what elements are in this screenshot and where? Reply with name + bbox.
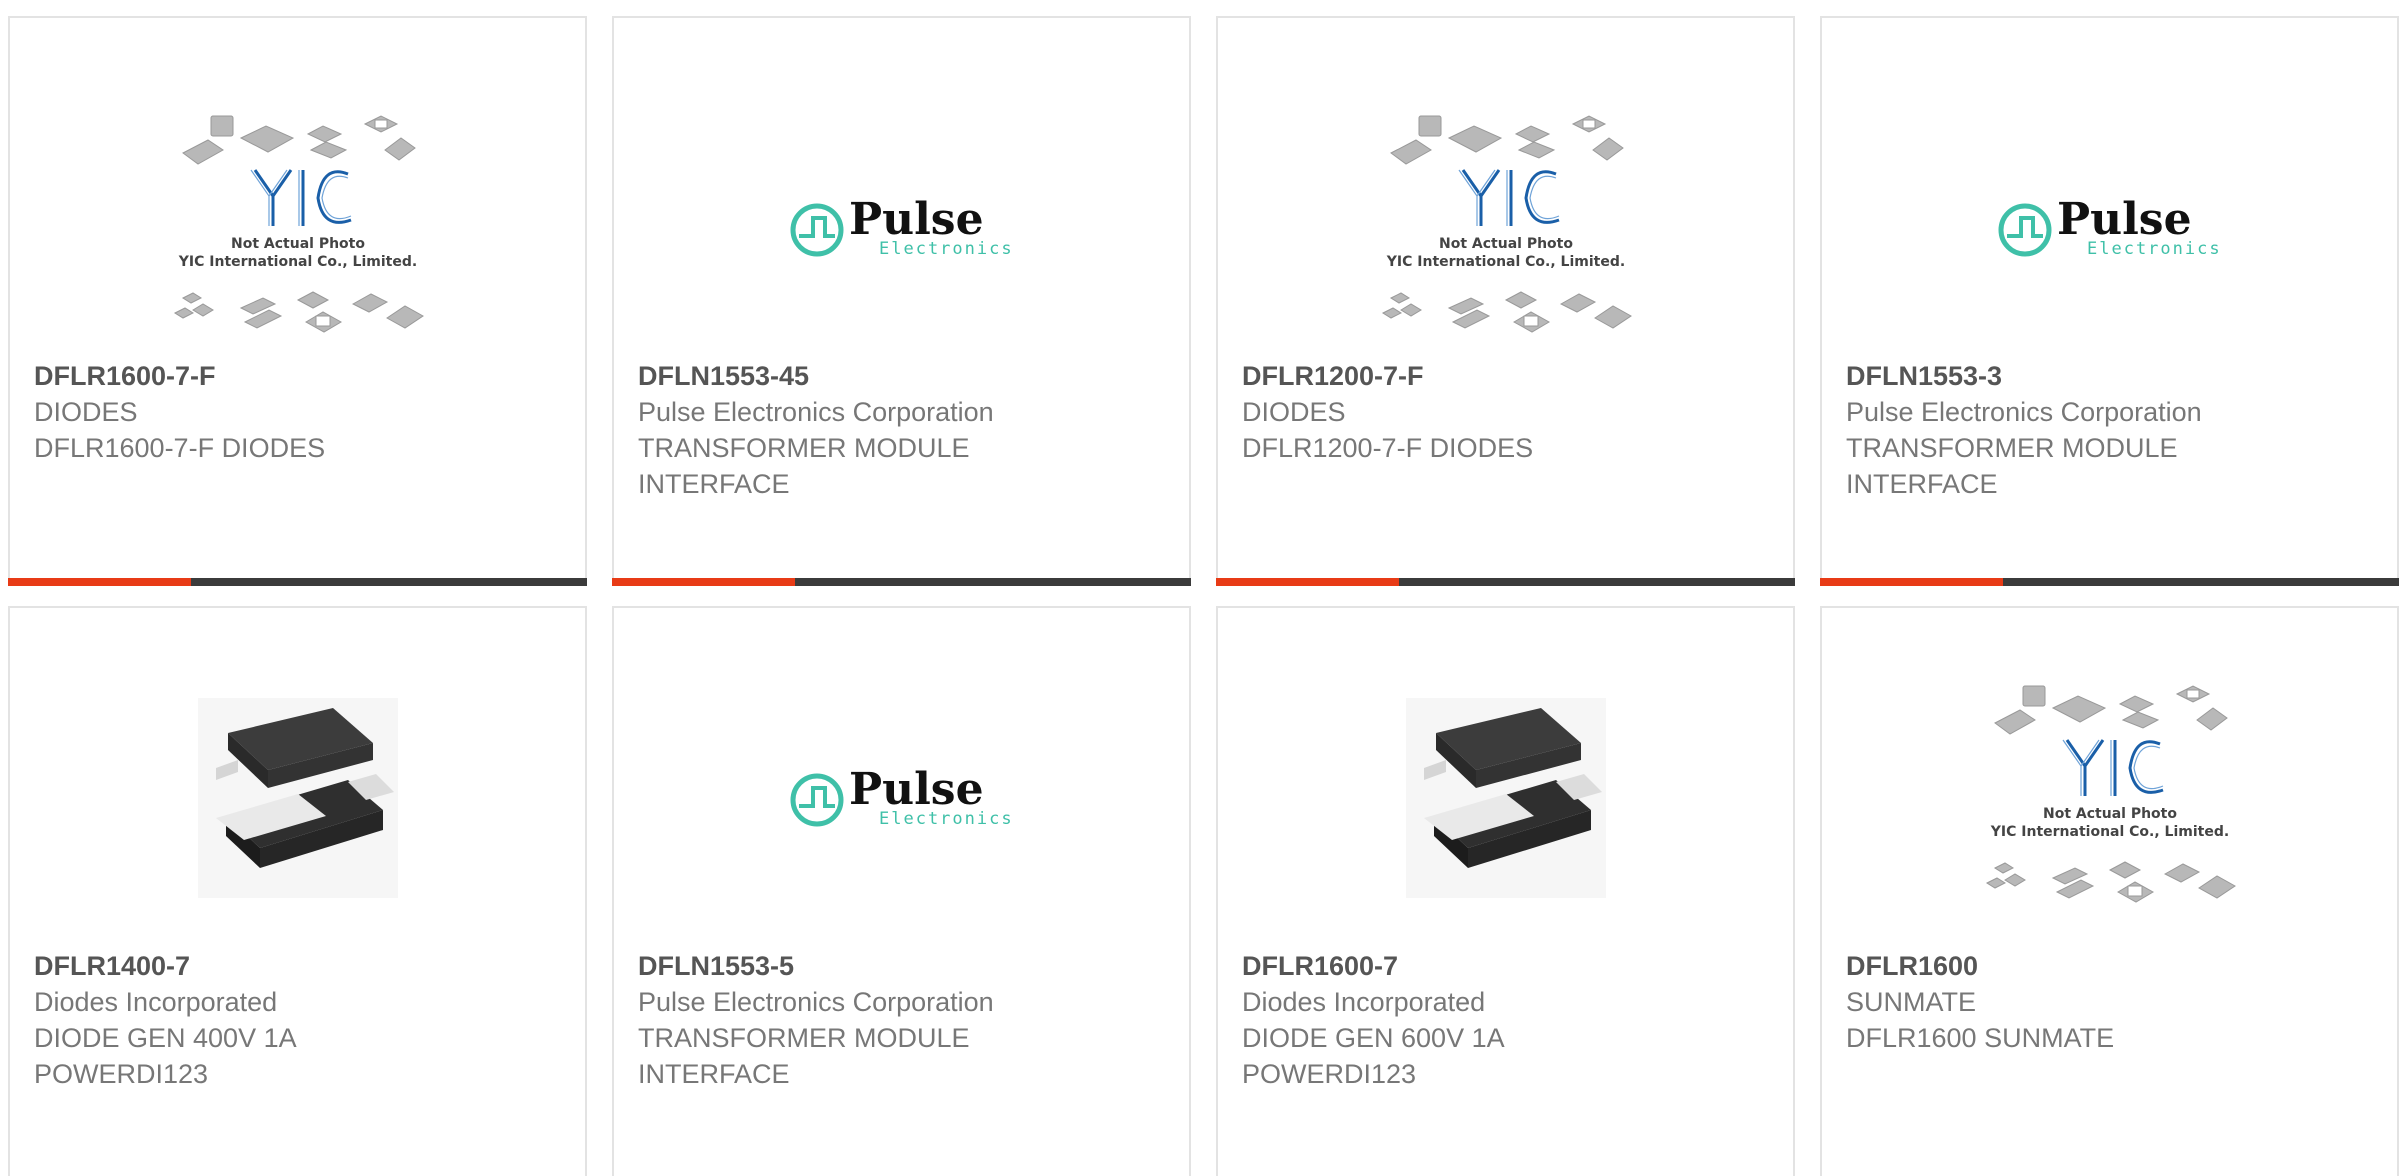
product-description: DFLR1600-7-F DIODES [34, 433, 326, 463]
yic-placeholder-image: Not Actual Photo YIC International Co., … [1985, 685, 2236, 903]
product-card[interactable]: DFLR1600-7 Diodes Incorporated DIODE GEN… [1216, 606, 1795, 1176]
card-accent-bar [1216, 578, 1399, 586]
card-accent-bar [8, 578, 191, 586]
pulse-logo-image: Pulse Electronics [1998, 194, 2222, 259]
part-number[interactable]: DFLN1553-45 [638, 358, 1165, 394]
manufacturer: Pulse Electronics Corporation [1846, 397, 2202, 427]
part-number[interactable]: DFLR1600-7 [1242, 948, 1769, 984]
product-info: DFLN1553-5 Pulse Electronics Corporation… [638, 948, 1165, 1092]
product-description: TRANSFORMER MODULE INTERFACE [638, 433, 970, 499]
card-bottom-bar [8, 578, 587, 586]
pulse-logo-image: Pulse Electronics [790, 194, 1014, 259]
product-grid: Not Actual Photo YIC International Co., … [8, 16, 2399, 1176]
manufacturer: SUNMATE [1846, 987, 1977, 1017]
product-description: DIODE GEN 400V 1A POWERDI123 [34, 1023, 296, 1089]
part-number[interactable]: DFLR1600 [1846, 948, 2373, 984]
product-description: DIODE GEN 600V 1A POWERDI123 [1242, 1023, 1504, 1089]
product-card[interactable]: Not Actual Photo YIC International Co., … [1820, 606, 2399, 1176]
product-image[interactable]: Pulse Electronics [614, 98, 1189, 358]
manufacturer: Pulse Electronics Corporation [638, 397, 994, 427]
part-number[interactable]: DFLR1200-7-F [1242, 358, 1769, 394]
part-number[interactable]: DFLR1600-7-F [34, 358, 561, 394]
diode-package-image [1405, 698, 1606, 898]
product-info: DFLN1553-3 Pulse Electronics Corporation… [1846, 358, 2373, 502]
product-card[interactable]: Not Actual Photo YIC International Co., … [8, 16, 587, 586]
pulse-logo-wordmark: Pulse [849, 764, 984, 815]
card-accent-bar [612, 578, 795, 586]
pulse-logo-wordmark: Pulse [2057, 194, 2192, 245]
product-image[interactable]: Not Actual Photo YIC International Co., … [1822, 668, 2397, 928]
product-card[interactable]: Not Actual Photo YIC International Co., … [1216, 16, 1795, 586]
part-number[interactable]: DFLN1553-3 [1846, 358, 2373, 394]
pulse-logo-subtitle: Electronics [2087, 239, 2222, 259]
product-info: DFLR1200-7-F DIODES DFLR1200-7-F DIODES [1242, 358, 1769, 466]
product-description: DFLR1200-7-F DIODES [1242, 433, 1534, 463]
yic-placeholder-image: Not Actual Photo YIC International Co., … [1381, 115, 1632, 333]
product-info: DFLR1600-7 Diodes Incorporated DIODE GEN… [1242, 948, 1769, 1092]
product-info: DFLN1553-45 Pulse Electronics Corporatio… [638, 358, 1165, 502]
product-image[interactable]: Pulse Electronics [1822, 98, 2397, 358]
yic-image-caption: YIC International Co., Limited. [1385, 254, 1624, 270]
product-description: TRANSFORMER MODULE INTERFACE [638, 1023, 970, 1089]
card-accent-bar [1820, 578, 2003, 586]
yic-image-caption: Not Actual Photo [231, 236, 365, 252]
product-card[interactable]: Pulse Electronics DFLN1553-45 Pulse Elec… [612, 16, 1191, 586]
product-info: DFLR1400-7 Diodes Incorporated DIODE GEN… [34, 948, 561, 1092]
product-info: DFLR1600-7-F DIODES DFLR1600-7-F DIODES [34, 358, 561, 466]
pulse-logo-subtitle: Electronics [879, 239, 1014, 259]
yic-image-caption: Not Actual Photo [2043, 806, 2177, 822]
card-bottom-bar [612, 578, 1191, 586]
product-card[interactable]: Pulse Electronics DFLN1553-5 Pulse Elect… [612, 606, 1191, 1176]
yic-image-caption: YIC International Co., Limited. [177, 254, 416, 270]
card-bottom-bar [1216, 578, 1795, 586]
product-description: TRANSFORMER MODULE INTERFACE [1846, 433, 2178, 499]
manufacturer: Diodes Incorporated [34, 987, 278, 1017]
product-info: DFLR1600 SUNMATE DFLR1600 SUNMATE [1846, 948, 2373, 1056]
pulse-logo-subtitle: Electronics [879, 809, 1014, 829]
diode-package-image [197, 698, 398, 898]
product-image[interactable]: Not Actual Photo YIC International Co., … [10, 98, 585, 358]
part-number[interactable]: DFLN1553-5 [638, 948, 1165, 984]
card-bottom-bar [1820, 578, 2399, 586]
product-description: DFLR1600 SUNMATE [1846, 1023, 2115, 1053]
product-image[interactable]: Pulse Electronics [614, 668, 1189, 928]
yic-image-caption: Not Actual Photo [1439, 236, 1573, 252]
pulse-logo-image: Pulse Electronics [790, 764, 1014, 829]
yic-placeholder-image: Not Actual Photo YIC International Co., … [173, 115, 424, 333]
part-number[interactable]: DFLR1400-7 [34, 948, 561, 984]
manufacturer: Pulse Electronics Corporation [638, 987, 994, 1017]
manufacturer: DIODES [1242, 397, 1346, 427]
product-image[interactable] [1218, 668, 1793, 928]
manufacturer: Diodes Incorporated [1242, 987, 1486, 1017]
product-card[interactable]: Pulse Electronics DFLN1553-3 Pulse Elect… [1820, 16, 2399, 586]
pulse-logo-wordmark: Pulse [849, 194, 984, 245]
product-card[interactable]: DFLR1400-7 Diodes Incorporated DIODE GEN… [8, 606, 587, 1176]
manufacturer: DIODES [34, 397, 138, 427]
product-image[interactable] [10, 668, 585, 928]
product-image[interactable]: Not Actual Photo YIC International Co., … [1218, 98, 1793, 358]
yic-image-caption: YIC International Co., Limited. [1989, 824, 2228, 840]
